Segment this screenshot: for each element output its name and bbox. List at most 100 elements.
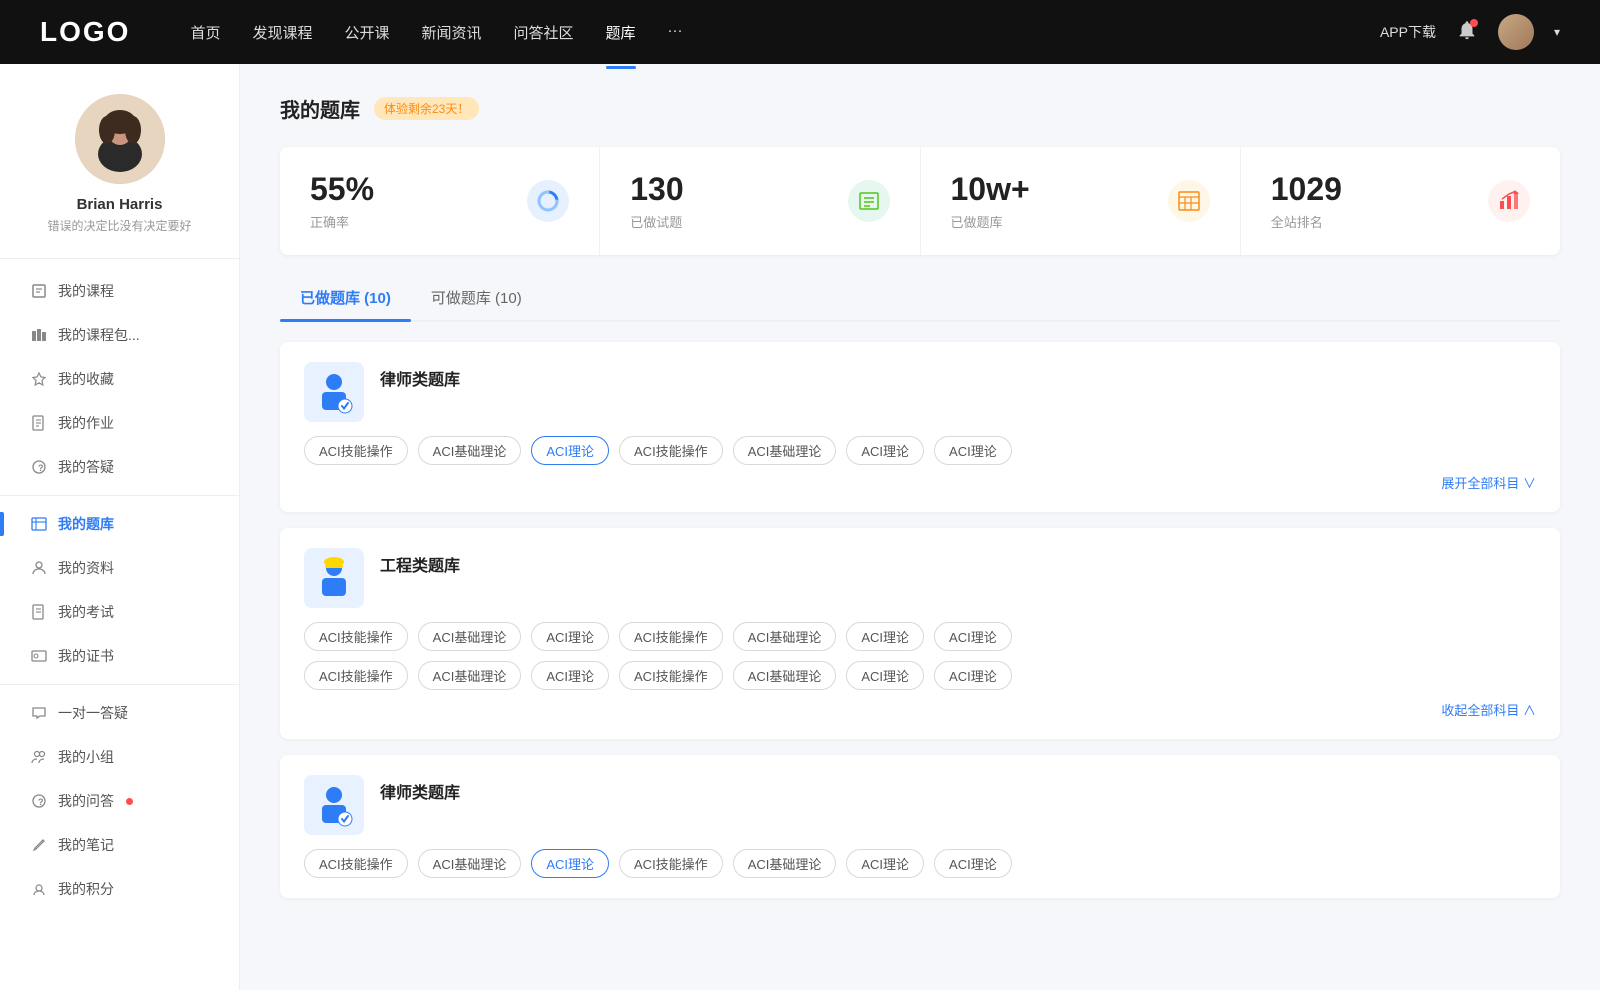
sidebar-item-notes[interactable]: 我的笔记 — [0, 823, 239, 867]
stat-done-questions-value: 130 — [630, 171, 831, 208]
eng-tag-7[interactable]: ACI理论 — [934, 622, 1012, 651]
sidebar-item-course-pack[interactable]: 我的课程包... — [0, 313, 239, 357]
tag-aci-basic-2[interactable]: ACI基础理论 — [733, 436, 837, 465]
course-pack-label: 我的课程包... — [58, 325, 140, 345]
tab-available-banks[interactable]: 可做题库 (10) — [411, 279, 542, 320]
sidebar-item-homework[interactable]: 我的作业 — [0, 401, 239, 445]
nav-discover[interactable]: 发现课程 — [252, 18, 312, 47]
nav-open-course[interactable]: 公开课 — [344, 18, 389, 47]
tag-aci-tech-1[interactable]: ACI技能操作 — [304, 436, 408, 465]
stat-accuracy-text: 55% 正确率 — [310, 171, 511, 231]
navbar-right: APP下载 ▾ — [1380, 14, 1560, 50]
bank-label: 我的题库 — [58, 514, 114, 534]
homework-label: 我的作业 — [58, 413, 114, 433]
exam-icon — [30, 603, 48, 621]
eng-tag-2[interactable]: ACI基础理论 — [418, 622, 522, 651]
tag-aci-tech-2[interactable]: ACI技能操作 — [619, 436, 723, 465]
l2-tag-4[interactable]: ACI技能操作 — [619, 849, 723, 878]
my-qa-icon: ? — [30, 792, 48, 810]
bank-icon — [30, 515, 48, 533]
sidebar-item-favorites[interactable]: 我的收藏 — [0, 357, 239, 401]
profile-icon — [30, 559, 48, 577]
nav-home[interactable]: 首页 — [190, 18, 220, 47]
lawyer-1-icon — [304, 362, 364, 422]
eng-tag-11[interactable]: ACI技能操作 — [619, 661, 723, 690]
tag-aci-basic-1[interactable]: ACI基础理论 — [418, 436, 522, 465]
stat-done-icon — [848, 180, 890, 222]
qa-icon: ? — [30, 458, 48, 476]
sidebar-item-qa[interactable]: ? 我的答疑 — [0, 445, 239, 489]
sidebar-item-my-qa[interactable]: ? 我的问答 — [0, 779, 239, 823]
sidebar-item-bank[interactable]: 我的题库 — [0, 502, 239, 546]
l2-tag-5[interactable]: ACI基础理论 — [733, 849, 837, 878]
sidebar-item-exam[interactable]: 我的考试 — [0, 590, 239, 634]
sidebar-item-profile[interactable]: 我的资料 — [0, 546, 239, 590]
sidebar-item-my-courses[interactable]: 我的课程 — [0, 269, 239, 313]
navbar: LOGO 首页 发现课程 公开课 新闻资讯 问答社区 题库 ··· APP下载 … — [0, 0, 1600, 64]
bank-engineer-collapse[interactable]: 收起全部科目 ∧ — [304, 700, 1536, 719]
sidebar-item-cert[interactable]: 我的证书 — [0, 634, 239, 678]
l2-tag-3[interactable]: ACI理论 — [531, 849, 609, 878]
sidebar-profile: Brian Harris 错误的决定比没有决定要好 — [0, 94, 239, 259]
bank-engineer-tags-row2: ACI技能操作 ACI基础理论 ACI理论 ACI技能操作 ACI基础理论 AC… — [304, 661, 1536, 690]
nav-news[interactable]: 新闻资讯 — [422, 18, 482, 47]
stat-accuracy-label: 正确率 — [310, 212, 511, 231]
my-courses-icon — [30, 282, 48, 300]
bank-card-lawyer-2-header: 律师类题库 — [304, 775, 1536, 835]
stats-row: 55% 正确率 130 已做试题 — [280, 147, 1560, 255]
group-label: 我的小组 — [58, 747, 114, 767]
stat-done-banks-label: 已做题库 — [951, 212, 1152, 231]
l2-tag-6[interactable]: ACI理论 — [846, 849, 924, 878]
eng-tag-14[interactable]: ACI理论 — [934, 661, 1012, 690]
eng-tag-5[interactable]: ACI基础理论 — [733, 622, 837, 651]
eng-tag-4[interactable]: ACI技能操作 — [619, 622, 723, 651]
user-avatar[interactable] — [1498, 14, 1534, 50]
stat-done-banks-text: 10w+ 已做题库 — [951, 171, 1152, 231]
cert-label: 我的证书 — [58, 646, 114, 666]
sidebar-item-one-on-one[interactable]: 一对一答疑 — [0, 691, 239, 735]
eng-tag-12[interactable]: ACI基础理论 — [733, 661, 837, 690]
eng-tag-8[interactable]: ACI技能操作 — [304, 661, 408, 690]
user-dropdown-arrow[interactable]: ▾ — [1554, 25, 1560, 39]
stat-rank-icon — [1488, 180, 1530, 222]
bank-card-lawyer-1-header: 律师类题库 — [304, 362, 1536, 422]
favorites-label: 我的收藏 — [58, 369, 114, 389]
tab-done-banks[interactable]: 已做题库 (10) — [280, 279, 411, 320]
eng-tag-10[interactable]: ACI理论 — [531, 661, 609, 690]
avatar-image — [1498, 14, 1534, 50]
sidebar-item-points[interactable]: 我的积分 — [0, 867, 239, 911]
stat-banks-icon — [1168, 180, 1210, 222]
eng-tag-9[interactable]: ACI基础理论 — [418, 661, 522, 690]
logo[interactable]: LOGO — [40, 16, 130, 48]
sidebar: Brian Harris 错误的决定比没有决定要好 我的课程 我的课程包... — [0, 64, 240, 990]
bank-engineer-tags-row1: ACI技能操作 ACI基础理论 ACI理论 ACI技能操作 ACI基础理论 AC… — [304, 622, 1536, 651]
stat-site-rank-text: 1029 全站排名 — [1271, 171, 1472, 231]
eng-tag-1[interactable]: ACI技能操作 — [304, 622, 408, 651]
nav-more[interactable]: ··· — [668, 18, 683, 47]
engineer-icon — [304, 548, 364, 608]
svg-text:?: ? — [38, 463, 44, 473]
tag-aci-theory-2[interactable]: ACI理论 — [846, 436, 924, 465]
app-download-button[interactable]: APP下载 — [1380, 22, 1436, 42]
bank-lawyer-1-expand[interactable]: 展开全部科目 ∨ — [304, 473, 1536, 492]
l2-tag-1[interactable]: ACI技能操作 — [304, 849, 408, 878]
stat-done-questions-label: 已做试题 — [630, 212, 831, 231]
sidebar-item-group[interactable]: 我的小组 — [0, 735, 239, 779]
bank-lawyer-1-tags: ACI技能操作 ACI基础理论 ACI理论 ACI技能操作 ACI基础理论 AC… — [304, 436, 1536, 465]
eng-tag-13[interactable]: ACI理论 — [846, 661, 924, 690]
tag-aci-theory-1[interactable]: ACI理论 — [531, 436, 609, 465]
l2-tag-7[interactable]: ACI理论 — [934, 849, 1012, 878]
tag-aci-theory-3[interactable]: ACI理论 — [934, 436, 1012, 465]
nav-qa[interactable]: 问答社区 — [514, 18, 574, 47]
notes-icon — [30, 836, 48, 854]
my-qa-dot — [126, 798, 133, 805]
stat-accuracy-value: 55% — [310, 171, 511, 208]
sidebar-username: Brian Harris — [77, 196, 163, 213]
eng-tag-3[interactable]: ACI理论 — [531, 622, 609, 651]
eng-tag-6[interactable]: ACI理论 — [846, 622, 924, 651]
l2-tag-2[interactable]: ACI基础理论 — [418, 849, 522, 878]
notification-dot — [1470, 19, 1478, 27]
cert-icon — [30, 647, 48, 665]
nav-bank[interactable]: 题库 — [606, 18, 636, 47]
notification-bell[interactable] — [1456, 19, 1478, 46]
